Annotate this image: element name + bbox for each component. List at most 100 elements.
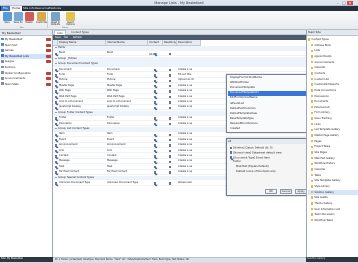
row-checkbox[interactable] xyxy=(54,149,57,153)
readonly-checkbox[interactable] xyxy=(169,166,172,169)
group-row[interactable]: Group: _Hidden xyxy=(53,56,306,62)
team-site-list-item[interactable]: Style Library xyxy=(308,184,358,189)
grid-toolbar-save-button[interactable]: Save xyxy=(54,36,62,40)
property-dropdown-list[interactable]: DisplayFormUrlAndName WikiRootFolder Docum… xyxy=(226,74,311,133)
view-checkbox[interactable] xyxy=(230,146,233,149)
row-checkbox[interactable] xyxy=(54,139,57,142)
readonly-checkbox[interactable] xyxy=(169,149,172,153)
team-site-list-item[interactable]: Tasks xyxy=(308,173,358,178)
team-site-list-item[interactable]: Calendar xyxy=(308,65,358,70)
site-tree-item[interactable]: Team Sort xyxy=(1,43,52,48)
view-tree-item[interactable]: [Hidden] Classic Default (Id: 0) xyxy=(230,146,310,150)
team-site-list-item[interactable]: Custom List xyxy=(308,77,358,82)
team-site-list-item[interactable]: Solution Gallery xyxy=(308,189,358,195)
added-checkbox[interactable] xyxy=(154,95,157,99)
property-list-item[interactable]: Created xyxy=(228,127,307,132)
team-site-list-item[interactable]: Calendar xyxy=(308,167,358,172)
ok-button[interactable]: OK xyxy=(265,189,277,194)
site-tree-item[interactable]: League xyxy=(1,59,52,64)
added-checkbox[interactable] xyxy=(154,79,157,82)
team-site-list-item[interactable]: Appointments xyxy=(308,54,358,59)
team-site-list-item[interactable]: Pages xyxy=(308,139,358,144)
team-site-list-item[interactable]: Documents xyxy=(308,99,358,104)
added-checkbox[interactable] xyxy=(154,101,157,104)
readonly-checkbox[interactable] xyxy=(169,160,172,163)
row-checkbox[interactable] xyxy=(54,133,57,136)
added-checkbox[interactable] xyxy=(154,133,157,136)
site-tree-item[interactable]: Global Configuration xyxy=(1,71,52,76)
row-checkbox[interactable] xyxy=(54,117,57,120)
site-tree-item[interactable]: Announcements xyxy=(1,76,52,81)
readonly-checkbox[interactable] xyxy=(169,79,172,82)
row-checkbox[interactable] xyxy=(54,90,57,93)
team-site-list-item[interactable]: Workflow Tasks xyxy=(308,218,358,223)
delete-button[interactable]: Delete xyxy=(24,11,34,28)
row-checkbox[interactable] xyxy=(54,95,57,99)
row-checkbox[interactable] xyxy=(54,171,57,174)
table-row[interactable]: Item Item Create a ne xyxy=(53,132,306,138)
row-checkbox[interactable] xyxy=(54,79,57,82)
close-button[interactable]: × xyxy=(347,0,353,6)
view-checkbox[interactable] xyxy=(230,156,233,159)
added-checkbox[interactable] xyxy=(154,90,157,93)
expand-arrow-icon[interactable] xyxy=(55,57,57,59)
expand-arrow-icon[interactable] xyxy=(55,128,57,129)
readonly-checkbox[interactable] xyxy=(169,133,172,136)
team-site-list-item[interactable]: Data Connections xyxy=(308,88,358,93)
added-checkbox[interactable] xyxy=(154,160,157,163)
readonly-checkbox[interactable] xyxy=(169,68,172,72)
customize-button[interactable]: Customize xyxy=(36,11,47,28)
readonly-checkbox[interactable] xyxy=(169,85,172,88)
added-checkbox[interactable] xyxy=(154,171,157,174)
row-checkbox[interactable] xyxy=(54,106,57,109)
view-tree-item[interactable]: Default (none of the items are) xyxy=(236,170,310,174)
added-checkbox[interactable] xyxy=(154,166,157,169)
save-as-button[interactable]: Save As xyxy=(13,11,23,28)
site-tree-item[interactable]: Sections xyxy=(1,65,52,70)
readonly-checkbox[interactable] xyxy=(169,101,172,104)
added-checkbox[interactable] xyxy=(154,68,157,72)
site-tree-item[interactable]: Team Stats xyxy=(1,82,52,87)
team-site-list-item[interactable]: Team Discussion xyxy=(308,212,358,217)
team-site-list-item[interactable]: Project Tasks xyxy=(308,144,358,149)
row-checkbox[interactable] xyxy=(54,155,57,158)
team-site-list-item[interactable]: Address Book xyxy=(308,43,358,48)
readonly-checkbox[interactable] xyxy=(169,122,172,126)
readonly-checkbox[interactable] xyxy=(169,106,172,109)
team-site-list-item[interactable]: Issue Tracking xyxy=(308,116,358,121)
row-checkbox[interactable] xyxy=(54,68,57,72)
site-tree-item[interactable]: Games xyxy=(1,48,52,53)
team-site-list-item[interactable]: Form Library xyxy=(308,110,358,115)
row-checkbox[interactable] xyxy=(54,144,57,147)
team-site-list-item[interactable]: Announcements xyxy=(308,60,358,65)
added-checkbox[interactable] xyxy=(154,74,157,77)
table-row[interactable]: Build Build xyxy=(53,51,306,57)
readonly-checkbox[interactable] xyxy=(169,182,172,185)
select-options-button[interactable]: Select Options xyxy=(64,11,77,28)
team-site-list-item[interactable]: Web Part Gallery xyxy=(308,156,358,161)
added-checkbox[interactable] xyxy=(154,85,157,88)
team-site-list-item[interactable]: List Template Gallery xyxy=(308,127,358,132)
readonly-checkbox[interactable] xyxy=(169,117,172,120)
team-site-list-item[interactable]: Site Pages xyxy=(308,150,358,155)
added-checkbox[interactable] xyxy=(154,52,157,55)
added-checkbox[interactable] xyxy=(154,117,157,120)
added-checkbox[interactable] xyxy=(154,106,157,109)
readonly-checkbox[interactable] xyxy=(169,139,172,142)
expand-arrow-icon[interactable] xyxy=(55,47,57,48)
save-button[interactable]: Save xyxy=(2,11,12,28)
view-tree-item[interactable]: [Document Type] Event Item xyxy=(230,156,310,160)
row-checkbox[interactable] xyxy=(54,160,57,163)
row-checkbox[interactable] xyxy=(54,85,57,88)
team-site-list-item[interactable]: Master Page Gallery xyxy=(308,133,358,138)
team-site-list-item[interactable]: Lists xyxy=(308,48,358,53)
row-checkbox[interactable] xyxy=(54,74,57,77)
added-checkbox[interactable] xyxy=(154,144,157,147)
expand-arrow-icon[interactable] xyxy=(55,111,57,113)
cancel-button[interactable]: Cancel xyxy=(280,189,292,194)
team-site-list-item[interactable]: Theme Gallery xyxy=(308,201,358,206)
expand-arrow-icon[interactable] xyxy=(55,63,57,65)
grid-toolbar-del-button[interactable]: Del xyxy=(63,36,69,40)
view-tree-item[interactable]: PlainText (Equals Default) xyxy=(236,165,310,169)
readonly-checkbox[interactable] xyxy=(169,171,172,174)
